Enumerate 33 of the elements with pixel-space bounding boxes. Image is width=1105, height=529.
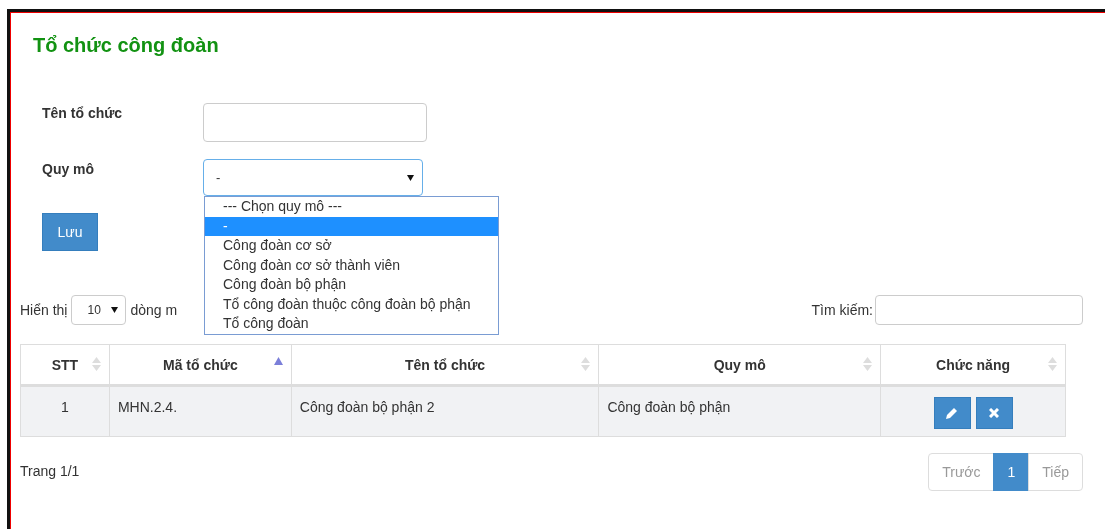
pencil-icon xyxy=(946,407,959,419)
dropdown-option[interactable]: Tổ công đoàn thuộc công đoàn bộ phận xyxy=(205,294,498,314)
caret-icon xyxy=(407,174,414,181)
page-button[interactable]: 1 xyxy=(993,453,1030,491)
table-cell: 1 xyxy=(61,399,69,415)
caret-icon xyxy=(111,307,119,313)
search-label: Tìm kiếm: xyxy=(811,302,873,318)
input-field[interactable] xyxy=(203,103,427,142)
field-label: Quy mô xyxy=(42,160,96,177)
field-label: Tên tổ chức xyxy=(42,104,124,121)
table-cell: Công đoàn bộ phận 2 xyxy=(299,399,435,415)
column-header[interactable]: STT xyxy=(51,356,79,373)
search-field[interactable] xyxy=(875,295,1083,325)
delete-button[interactable] xyxy=(975,397,1013,429)
column-header[interactable]: Mã tổ chức xyxy=(163,356,238,373)
table-cell: Công đoàn bộ phận xyxy=(607,399,731,415)
column-header[interactable]: Quy mô xyxy=(713,356,766,373)
page-title: Tổ chức công đoàn xyxy=(33,34,220,57)
table-cell: MHN.2.4. xyxy=(117,399,178,415)
page-info: Trang 1/1 xyxy=(20,462,80,479)
close-icon xyxy=(989,408,1000,418)
column-header[interactable]: Tên tổ chức xyxy=(405,356,486,373)
edit-button[interactable] xyxy=(933,397,971,429)
column-header[interactable]: Chức năng xyxy=(936,356,1010,373)
dropdown-option[interactable]: Tổ công đoàn xyxy=(205,314,498,334)
length-label: Hiển thị xyxy=(20,302,68,318)
dropdown-option[interactable]: Công đoàn cơ sở thành viên xyxy=(205,255,498,275)
save-button[interactable]: Lưu xyxy=(42,213,98,251)
length-label: dòng m xyxy=(130,302,178,318)
dropdown-option[interactable]: Công đoàn cơ sở xyxy=(205,236,498,256)
dropdown-option[interactable]: Công đoàn bộ phận xyxy=(205,275,498,295)
page-size-select[interactable]: 10 xyxy=(71,295,127,325)
dropdown-option[interactable]: --- Chọn quy mô --- xyxy=(205,197,498,217)
